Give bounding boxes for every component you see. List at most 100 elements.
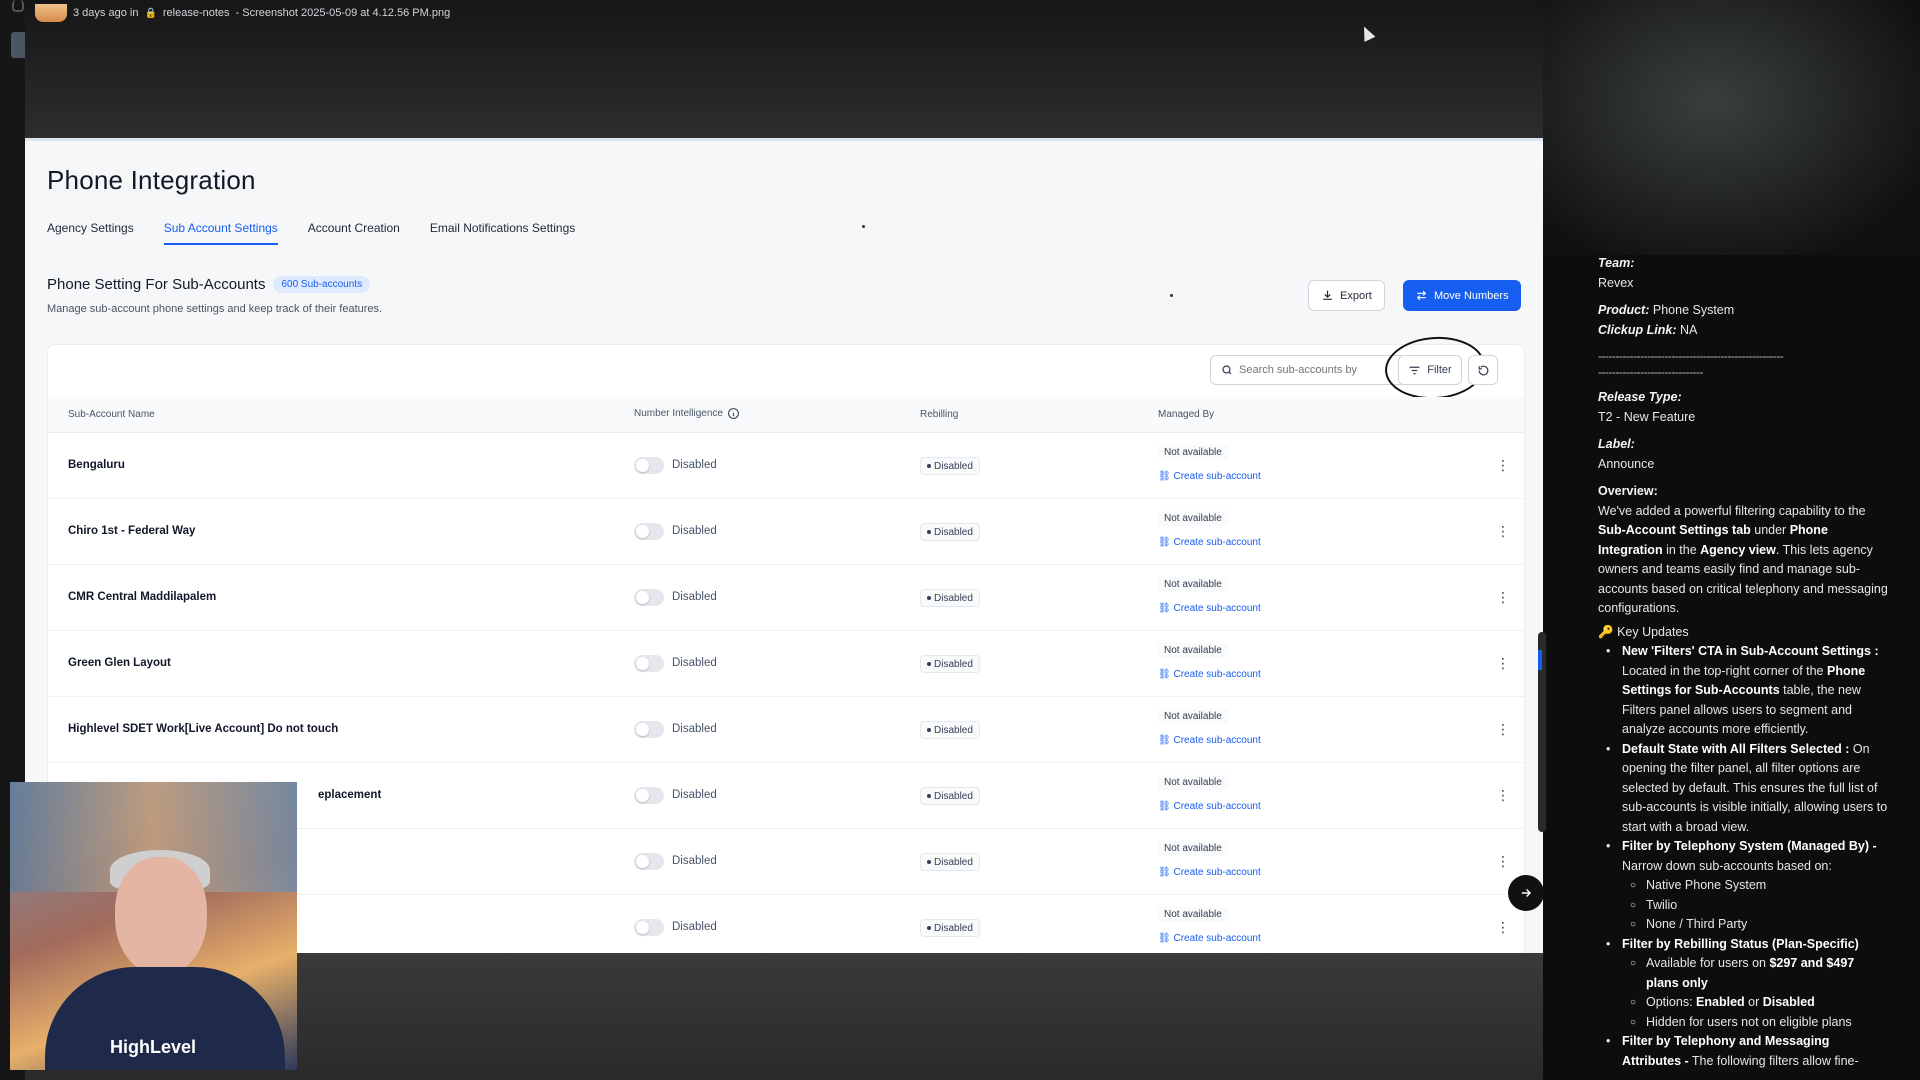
- rebilling-status-badge: Disabled: [920, 589, 980, 607]
- section-title: Phone Setting For Sub-Accounts: [47, 276, 266, 293]
- tab-sub-account-settings[interactable]: Sub Account Settings: [163, 221, 278, 245]
- page-title: Phone Integration: [47, 165, 256, 195]
- move-numbers-button[interactable]: Move Numbers: [1403, 280, 1521, 311]
- tab-email-notifications-settings[interactable]: Email Notifications Settings: [430, 221, 575, 245]
- number-intelligence-toggle[interactable]: [634, 721, 664, 738]
- move-numbers-label: Move Numbers: [1434, 289, 1509, 302]
- key-icon: 🔑: [1598, 624, 1614, 639]
- filter-button[interactable]: Filter: [1398, 355, 1462, 385]
- create-sub-account-link[interactable]: ⛓ Create sub-account: [1158, 669, 1261, 680]
- column-header-number-intelligence[interactable]: Number Intelligence: [634, 407, 740, 420]
- create-sub-account-link[interactable]: ⛓ Create sub-account: [1158, 735, 1261, 746]
- overview-text: We've added a powerful filtering capabil…: [1598, 503, 1888, 616]
- presenter-face: [115, 857, 207, 975]
- release-notes-text: Team: Revex Product: Phone System Clicku…: [1598, 254, 1888, 1071]
- link-icon: ⛓: [1158, 669, 1174, 680]
- product-label: Product:: [1598, 303, 1650, 317]
- more-options-icon[interactable]: ⋮: [1496, 587, 1510, 607]
- search-input[interactable]: [1239, 364, 1389, 376]
- tab-agency-settings[interactable]: Agency Settings: [47, 221, 134, 245]
- column-header-managed-by[interactable]: Managed By: [1158, 409, 1214, 420]
- link-icon: ⛓: [1158, 735, 1174, 746]
- create-sub-account-link[interactable]: ⛓ Create sub-account: [1158, 867, 1261, 878]
- info-icon[interactable]: [727, 407, 740, 420]
- rebilling-status-badge: Disabled: [920, 457, 980, 475]
- more-options-icon[interactable]: ⋮: [1496, 521, 1510, 541]
- key-updates-list: New 'Filters' CTA in Sub-Account Setting…: [1598, 642, 1888, 1071]
- create-sub-account-link[interactable]: ⛓ Create sub-account: [1158, 801, 1261, 812]
- column-header-sub-account-name[interactable]: Sub-Account Name: [68, 409, 155, 420]
- number-intelligence-toggle[interactable]: [634, 457, 664, 474]
- create-sub-account-label: Create sub-account: [1173, 603, 1261, 614]
- status-dot-icon: [927, 794, 931, 798]
- number-intelligence-toggle[interactable]: [634, 655, 664, 672]
- column-header-rebilling[interactable]: Rebilling: [920, 409, 958, 420]
- create-sub-account-link[interactable]: ⛓ Create sub-account: [1158, 933, 1261, 944]
- list-item: Available for users on $297 and $497 pla…: [1598, 954, 1888, 993]
- next-page-button[interactable]: [1508, 875, 1544, 911]
- section-subtitle: Manage sub-account phone settings and ke…: [47, 303, 383, 315]
- toggle-status-label: Disabled: [672, 591, 717, 603]
- table-row[interactable]: Bengaluru Disabled Disabled Not available ⛓ …: [48, 433, 1524, 499]
- app-icon[interactable]: [12, 0, 24, 12]
- message-meta: 3 days ago in 🔒 release-notes - Screensh…: [35, 4, 450, 22]
- export-button[interactable]: Export: [1308, 280, 1385, 311]
- table-row[interactable]: CMR Central Maddilapalem Disabled Disabled…: [48, 565, 1524, 631]
- more-options-icon[interactable]: ⋮: [1496, 785, 1510, 805]
- label-value: Announce: [1598, 456, 1655, 471]
- avatar[interactable]: [35, 4, 67, 22]
- table-row[interactable]: Chiro 1st - Federal Way Disabled Disabled N…: [48, 499, 1524, 565]
- create-sub-account-label: Create sub-account: [1173, 933, 1261, 944]
- sub-account-name[interactable]: Highlevel SDET Work[Live Account] Do not…: [68, 723, 338, 735]
- workspace-icon[interactable]: [11, 32, 25, 58]
- more-options-icon[interactable]: ⋮: [1496, 719, 1510, 739]
- file-name[interactable]: - Screenshot 2025-05-09 at 4.12.56 PM.pn…: [236, 7, 451, 19]
- table-header: Sub-Account Name Number Intelligence Reb…: [48, 397, 1524, 433]
- swap-arrows-icon: [1416, 290, 1427, 301]
- number-intelligence-toggle[interactable]: [634, 787, 664, 804]
- team-value: Revex: [1598, 275, 1634, 290]
- number-intelligence-toggle[interactable]: [634, 589, 664, 606]
- rebilling-status-badge: Disabled: [920, 787, 980, 805]
- divider-line: ------------------------------: [1598, 365, 1703, 379]
- number-intelligence-toggle[interactable]: [634, 853, 664, 870]
- sub-account-name[interactable]: CMR Central Maddilapalem: [68, 591, 216, 603]
- table-row[interactable]: Green Glen Layout Disabled Disabled Not ava…: [48, 631, 1524, 697]
- more-options-icon[interactable]: ⋮: [1496, 653, 1510, 673]
- link-icon: ⛓: [1158, 933, 1174, 944]
- tab-account-creation[interactable]: Account Creation: [308, 221, 400, 245]
- overview-label: Overview:: [1598, 484, 1658, 498]
- create-sub-account-label: Create sub-account: [1173, 537, 1261, 548]
- table-row[interactable]: Highlevel SDET Work[Live Account] Do not…: [48, 697, 1524, 763]
- blurred-background: [1543, 0, 1920, 255]
- list-item: Native Phone System: [1598, 876, 1888, 896]
- create-sub-account-link[interactable]: ⛓ Create sub-account: [1158, 603, 1261, 614]
- presenter-webcam-overlay: HighLevel: [10, 782, 297, 1070]
- team-label: Team:: [1598, 256, 1635, 270]
- toggle-status-label: Disabled: [672, 459, 717, 471]
- toggle-status-label: Disabled: [672, 723, 717, 735]
- sub-account-name[interactable]: Chiro 1st - Federal Way: [68, 525, 195, 537]
- list-item: Options: Enabled or Disabled: [1598, 993, 1888, 1013]
- status-dot-icon: [927, 662, 931, 666]
- sub-account-name[interactable]: Green Glen Layout: [68, 657, 171, 669]
- rebilling-status-badge: Disabled: [920, 853, 980, 871]
- number-intelligence-toggle[interactable]: [634, 919, 664, 936]
- rebilling-status-label: Disabled: [934, 856, 973, 868]
- export-label: Export: [1340, 289, 1372, 302]
- toggle-status-label: Disabled: [672, 525, 717, 537]
- create-sub-account-link[interactable]: ⛓ Create sub-account: [1158, 471, 1261, 482]
- sub-account-name[interactable]: eplacement: [318, 789, 381, 801]
- release-type-value: T2 - New Feature: [1598, 409, 1696, 424]
- channel-name[interactable]: release-notes: [163, 7, 230, 19]
- more-options-icon[interactable]: ⋮: [1496, 917, 1510, 937]
- list-item: New 'Filters' CTA in Sub-Account Setting…: [1598, 642, 1888, 740]
- search-field[interactable]: [1210, 355, 1420, 385]
- sub-account-name[interactable]: Bengaluru: [68, 459, 125, 471]
- create-sub-account-link[interactable]: ⛓ Create sub-account: [1158, 537, 1261, 548]
- more-options-icon[interactable]: ⋮: [1496, 851, 1510, 871]
- number-intelligence-toggle[interactable]: [634, 523, 664, 540]
- refresh-button[interactable]: [1468, 355, 1498, 385]
- more-options-icon[interactable]: ⋮: [1496, 455, 1510, 475]
- column-header-label: Number Intelligence: [634, 408, 723, 419]
